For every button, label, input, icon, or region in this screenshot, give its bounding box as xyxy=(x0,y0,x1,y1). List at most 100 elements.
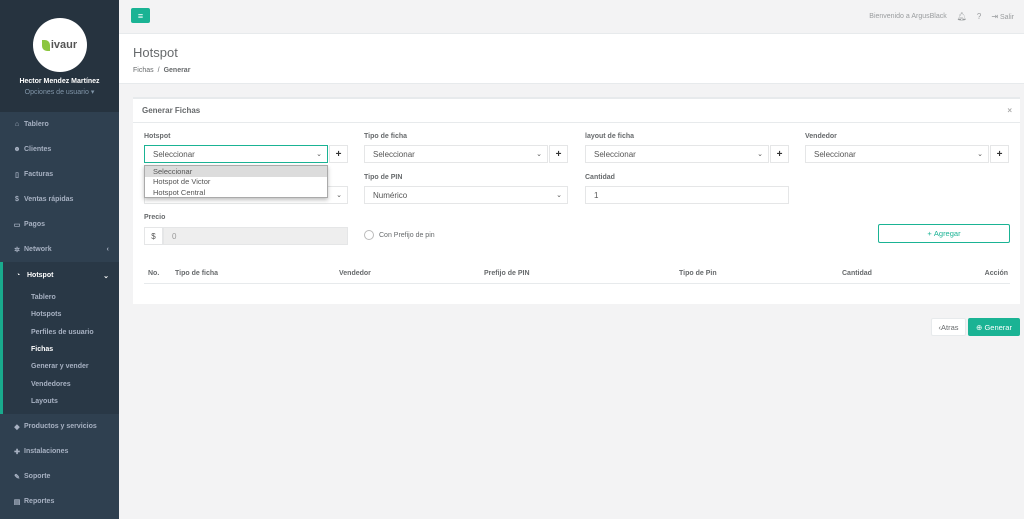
cantidad-value: 1 xyxy=(594,190,599,200)
plus-icon: + xyxy=(776,148,783,160)
layout-ficha-select-value: Seleccionar xyxy=(594,149,636,159)
column-header: Cantidad xyxy=(842,270,872,277)
tipo-ficha-field: Tipo de ficha Seleccionar ⌄ xyxy=(364,133,548,163)
submenu-item-hotspots[interactable]: Hotspots xyxy=(3,306,119,323)
tipo-ficha-select-value: Seleccionar xyxy=(373,149,415,159)
prefijo-pin-radio[interactable] xyxy=(364,230,374,240)
chevron-down-icon: ⌄ xyxy=(977,151,983,158)
column-header: Vendedor xyxy=(339,270,371,277)
plus-icon: + xyxy=(555,148,562,160)
agregar-button[interactable]: + Agregar xyxy=(878,224,1010,243)
sidebar-item-tablero[interactable]: ⌂ Tablero xyxy=(0,112,119,137)
precio-input[interactable]: 0 xyxy=(163,227,348,245)
sidebar-item-label: Instalaciones xyxy=(24,448,69,456)
wrench-icon: ✎ xyxy=(14,473,20,481)
layout-ficha-select[interactable]: Seleccionar ⌄ xyxy=(585,145,769,163)
fichas-table-header: No. Tipo de ficha Vendedor Prefijo de PI… xyxy=(144,266,1010,284)
close-icon[interactable]: × xyxy=(1007,106,1012,115)
plus-icon: + xyxy=(996,148,1003,160)
hotspot-select[interactable]: Seleccionar ⌄ xyxy=(144,145,328,163)
sidebar: ivaur Hector Mendez Martínez Opciones de… xyxy=(0,0,119,519)
sidebar-item-label: Soporte xyxy=(24,473,51,481)
sitemap-icon: ✲ xyxy=(14,246,20,254)
logout-link[interactable]: ⇥ Salir xyxy=(991,12,1014,21)
panel-title-text: Generar Fichas xyxy=(142,106,201,115)
add-vendedor-button[interactable]: + xyxy=(990,145,1009,163)
tipo-ficha-label: Tipo de ficha xyxy=(364,133,408,140)
column-header: Prefijo de PIN xyxy=(484,270,530,277)
back-label: Atras xyxy=(940,322,959,332)
sidebar-item-label: Ventas rápidas xyxy=(24,196,74,203)
precio-label: Precio xyxy=(144,214,166,221)
column-header: No. xyxy=(148,270,160,277)
hotspot-field: Hotspot Seleccionar ⌄ xyxy=(144,133,328,163)
cantidad-field: Cantidad 1 xyxy=(585,174,789,204)
sidebar-item-soporte[interactable]: ✎ Soporte xyxy=(0,464,119,489)
sidebar-item-network[interactable]: ✲ Network ‹ xyxy=(0,237,119,262)
prefijo-pin-option[interactable]: Con Prefijo de pin xyxy=(364,230,435,240)
sidebar-item-hotspot-header[interactable]: ◔ Hotspot ⌄ xyxy=(3,262,119,289)
sidebar-item-label: Tablero xyxy=(24,121,49,128)
menu-toggle-button[interactable]: ≡ xyxy=(131,8,150,23)
bell-icon[interactable]: 🔔︎ xyxy=(957,12,967,21)
sidebar-item-label: Reportes xyxy=(24,498,55,506)
tipo-pin-select[interactable]: Numérico ⌄ xyxy=(364,186,568,204)
chevron-down-icon: ⌄ xyxy=(556,192,562,199)
prefijo-pin-label: Con Prefijo de pin xyxy=(379,231,435,239)
topbar: ≡ Bienvenido a ArgusBlack 🔔︎ ? ⇥ Salir xyxy=(119,0,1024,34)
submenu-item-tablero[interactable]: Tablero xyxy=(3,289,119,306)
user-name: Hector Mendez Martínez xyxy=(19,78,100,85)
tag-icon: ◆ xyxy=(14,423,20,431)
tipo-ficha-select[interactable]: Seleccionar ⌄ xyxy=(364,145,548,163)
sidebar-item-productos[interactable]: ◆ Productos y servicios xyxy=(0,414,119,439)
sidebar-item-instalaciones[interactable]: ✚ Instalaciones xyxy=(0,439,119,464)
chevron-down-icon: ⌄ xyxy=(757,151,763,158)
breadcrumb: Fichas / Generar xyxy=(133,67,1024,74)
sidebar-item-ventas[interactable]: $ Ventas rápidas xyxy=(0,187,119,212)
sidebar-item-hotspot: ◔ Hotspot ⌄ Tablero Hotspots Perfiles de u… xyxy=(0,262,119,415)
brand-logo: ivaur xyxy=(41,39,77,51)
column-header: Tipo de ficha xyxy=(175,270,219,277)
submenu-item-layouts[interactable]: Layouts xyxy=(3,393,119,410)
sidebar-item-pagos[interactable]: ▭ Pagos xyxy=(0,212,119,237)
submenu-item-generar-vender[interactable]: Generar y vender xyxy=(3,358,119,375)
sidebar-item-reportes[interactable]: ▤ Reportes xyxy=(0,489,119,514)
currency-addon: $ xyxy=(144,227,163,245)
generate-button[interactable]: ⊕ Generar xyxy=(968,318,1020,336)
dollar-icon: $ xyxy=(15,196,19,203)
sidebar-item-label: Pagos xyxy=(24,221,46,228)
vendedor-select[interactable]: Seleccionar ⌄ xyxy=(805,145,989,163)
breadcrumb-item-current: Generar xyxy=(163,67,191,74)
hotspot-select-value: Seleccionar xyxy=(153,149,195,159)
layout-ficha-label: layout de ficha xyxy=(585,133,635,140)
sidebar-item-facturas[interactable]: ▯ Facturas xyxy=(0,162,119,187)
submenu-item-perfiles[interactable]: Perfiles de usuario xyxy=(3,324,119,341)
dashboard-icon: ⌂ xyxy=(14,121,20,128)
add-layout-button[interactable]: + xyxy=(770,145,789,163)
submenu-item-fichas[interactable]: Fichas xyxy=(3,341,119,358)
hotspot-label: Hotspot xyxy=(144,133,171,140)
sign-out-icon: ⇥ xyxy=(991,12,999,21)
avatar: ivaur xyxy=(32,18,87,72)
sidebar-item-clientes[interactable]: ☻ Clientes xyxy=(0,137,119,162)
tipo-pin-field: Tipo de PIN Numérico ⌄ xyxy=(364,174,568,204)
sidebar-item-label: Facturas xyxy=(24,171,54,178)
cantidad-input[interactable]: 1 xyxy=(585,186,789,204)
dropdown-option[interactable]: Hotspot de Victor xyxy=(145,177,327,188)
sidebar-item-label: Hotspot xyxy=(27,272,54,279)
add-tipo-ficha-button[interactable]: + xyxy=(549,145,568,163)
add-hotspot-button[interactable]: + xyxy=(329,145,348,163)
breadcrumb-item-fichas[interactable]: Fichas xyxy=(133,67,154,74)
chevron-down-icon: ⌄ xyxy=(316,151,322,158)
vendedor-select-value: Seleccionar xyxy=(814,149,856,159)
sidebar-item-label: Clientes xyxy=(24,146,52,153)
column-header: Acción xyxy=(984,270,1008,277)
dropdown-option[interactable]: Hotspot Central xyxy=(145,187,327,198)
help-icon[interactable]: ? xyxy=(977,12,981,21)
dropdown-option[interactable]: Seleccionar xyxy=(145,166,327,177)
user-options[interactable]: Opciones de usuario ▾ xyxy=(0,88,119,96)
plus-icon: + xyxy=(335,148,342,160)
submenu-item-vendedores[interactable]: Vendedores xyxy=(3,375,119,392)
welcome-text: Bienvenido a ArgusBlack xyxy=(869,13,947,20)
back-button[interactable]: ‹ Atras xyxy=(931,318,966,336)
